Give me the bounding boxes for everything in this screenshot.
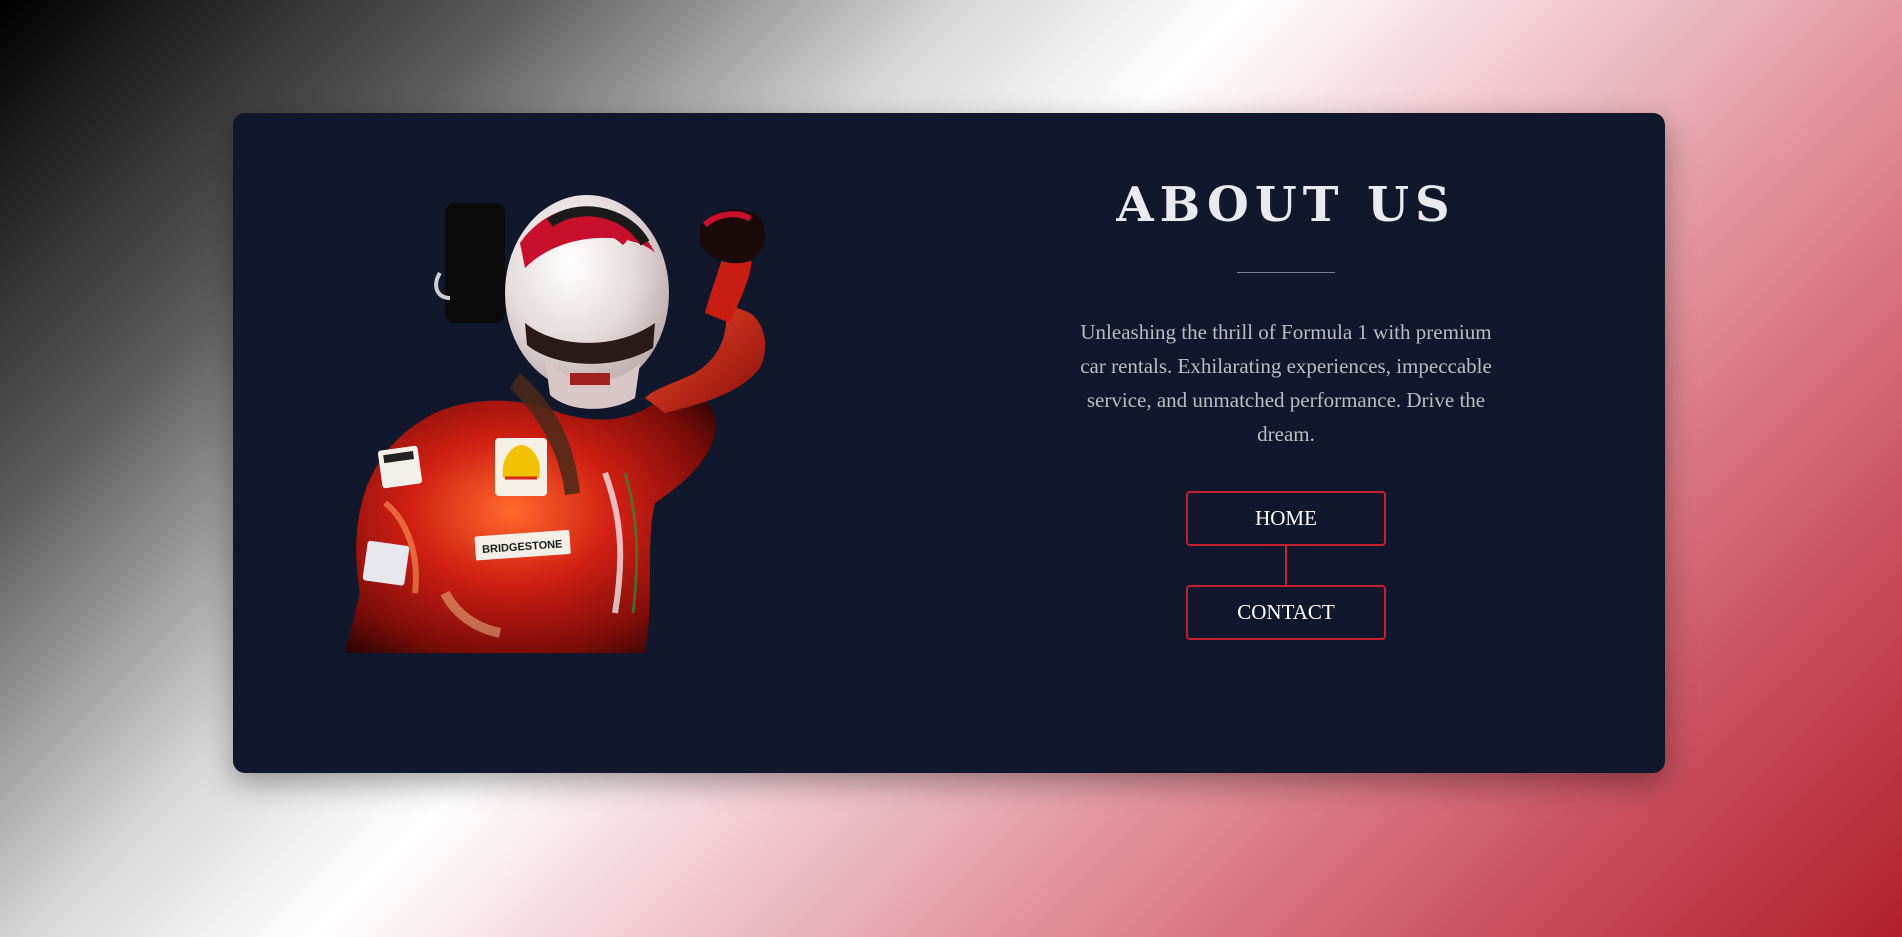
about-nav: HOME CONTACT <box>1063 491 1509 640</box>
about-card: BRIDGESTONE ABOUT US Unleashing the thri… <box>233 113 1665 773</box>
home-button[interactable]: HOME <box>1186 491 1386 546</box>
title-divider <box>1237 272 1335 273</box>
driver-illustration: BRIDGESTONE <box>345 195 766 653</box>
contact-button[interactable]: CONTACT <box>1186 585 1386 640</box>
about-description: Unleashing the thrill of Formula 1 with … <box>1080 320 1492 446</box>
nav-connector-line <box>1285 546 1287 585</box>
about-content: ABOUT US Unleashing the thrill of Formul… <box>1063 173 1509 640</box>
page-title: ABOUT US <box>1116 177 1456 233</box>
driver-photo: BRIDGESTONE <box>325 173 865 653</box>
